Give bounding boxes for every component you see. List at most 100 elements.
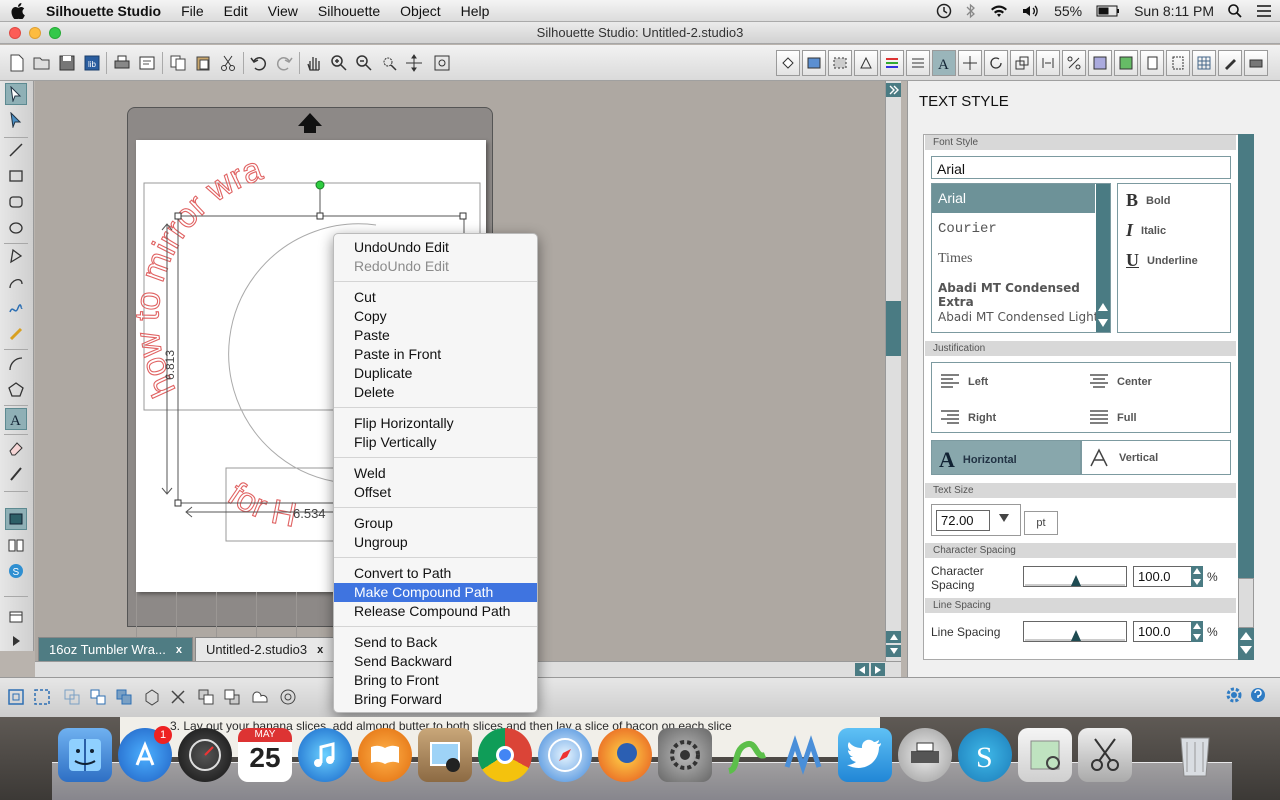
paste-icon[interactable]: [193, 53, 213, 73]
text-size-input[interactable]: 72.00: [936, 510, 990, 531]
trace-icon[interactable]: [1088, 50, 1112, 76]
font-list[interactable]: Arial Courier Times Abadi MT Condensed E…: [931, 183, 1111, 333]
panel-scroll-thumb[interactable]: [1238, 578, 1254, 628]
fill-pattern-icon[interactable]: [828, 50, 852, 76]
line-style-icon[interactable]: [880, 50, 904, 76]
canvas-scroll-thumb[interactable]: [886, 301, 901, 356]
bold-button[interactable]: B Bold: [1126, 190, 1170, 211]
menu-item-bring-to-front[interactable]: Bring to Front: [334, 671, 537, 690]
menu-item-paste-in-front[interactable]: Paste in Front: [334, 345, 537, 364]
menu-edit[interactable]: Edit: [214, 0, 258, 22]
save-icon[interactable]: [57, 53, 77, 73]
utility-scissors-dock-icon[interactable]: [1078, 728, 1132, 782]
menu-silhouette[interactable]: Silhouette: [308, 0, 390, 22]
italic-button[interactable]: I Italic: [1126, 220, 1166, 241]
menu-object[interactable]: Object: [390, 0, 450, 22]
group-icon[interactable]: [62, 687, 82, 707]
font-list-scrollbar[interactable]: [1096, 184, 1110, 332]
menu-app-name[interactable]: Silhouette Studio: [36, 0, 171, 22]
firefox-dock-icon[interactable]: [598, 728, 652, 782]
justify-right-button[interactable]: Right: [940, 409, 996, 427]
printer-dock-icon[interactable]: [898, 728, 952, 782]
justify-full-button[interactable]: Full: [1089, 409, 1137, 427]
scroll-left-icon[interactable]: [855, 663, 869, 676]
delete-icon[interactable]: [168, 687, 188, 707]
send-backward-icon[interactable]: [222, 687, 242, 707]
expand-arrow-icon[interactable]: [5, 630, 27, 652]
zoom-in-icon[interactable]: [329, 53, 349, 73]
zoom-out-icon[interactable]: [354, 53, 374, 73]
menu-item-send-backward[interactable]: Send Backward: [334, 652, 537, 671]
menu-item-ungroup[interactable]: Ungroup: [334, 533, 537, 552]
compound-path-icon[interactable]: [114, 687, 134, 707]
smooth-freehand-tool-icon[interactable]: [5, 323, 27, 345]
line-width-icon[interactable]: [906, 50, 930, 76]
character-spacing-stepper[interactable]: [1191, 566, 1203, 587]
font-item-abadi-light[interactable]: Abadi MT Condensed Light: [938, 310, 1098, 324]
font-name-input[interactable]: Arial: [931, 156, 1231, 179]
menu-item-flip-horizontally[interactable]: Flip Horizontally: [334, 414, 537, 433]
menu-help[interactable]: Help: [451, 0, 500, 22]
wifi-icon[interactable]: [990, 4, 1008, 18]
panel-scroll-down-icon[interactable]: [1240, 646, 1252, 654]
replicate-icon[interactable]: [1062, 50, 1086, 76]
menu-item-make-compound-path[interactable]: Make Compound Path: [334, 583, 537, 602]
calendar-dock-icon[interactable]: MAY 25: [238, 728, 292, 782]
point-edit-tool-icon[interactable]: [5, 109, 27, 131]
zoom-drag-icon[interactable]: [404, 53, 424, 73]
knife-tool-icon[interactable]: [5, 463, 27, 485]
canvas-vertical-scrollbar[interactable]: [885, 81, 901, 661]
cut-settings-icon[interactable]: [1218, 50, 1242, 76]
justify-left-button[interactable]: Left: [940, 373, 988, 391]
design-page-icon[interactable]: [5, 508, 27, 530]
undo-icon[interactable]: [249, 53, 269, 73]
menu-item-delete[interactable]: Delete: [334, 383, 537, 402]
save-to-library-icon[interactable]: lib: [82, 53, 102, 73]
menu-item-duplicate[interactable]: Duplicate: [334, 364, 537, 383]
safari-dock-icon[interactable]: [538, 728, 592, 782]
print-icon[interactable]: [112, 53, 132, 73]
fit-to-page-icon[interactable]: [432, 53, 452, 73]
iphoto-dock-icon[interactable]: [418, 728, 472, 782]
tab-close-icon[interactable]: x: [317, 644, 323, 656]
menu-view[interactable]: View: [258, 0, 308, 22]
font-item-times[interactable]: Times: [938, 251, 973, 267]
bring-forward-icon[interactable]: [196, 687, 216, 707]
twitter-dock-icon[interactable]: [838, 728, 892, 782]
font-list-down-icon[interactable]: [1098, 318, 1108, 328]
text-style-icon[interactable]: A: [932, 50, 956, 76]
silhouette-studio-dock-icon[interactable]: S: [958, 728, 1012, 782]
menu-item-cut[interactable]: Cut: [334, 288, 537, 307]
select-tool-icon[interactable]: [5, 83, 27, 105]
pan-hand-icon[interactable]: [304, 53, 324, 73]
send-to-silhouette-icon[interactable]: [1244, 50, 1268, 76]
fill-gradient-icon[interactable]: [802, 50, 826, 76]
menu-file[interactable]: File: [171, 0, 214, 22]
menu-item-paste[interactable]: Paste: [334, 326, 537, 345]
orientation-vertical-button[interactable]: Vertical: [1081, 440, 1231, 475]
move-icon[interactable]: [1036, 50, 1060, 76]
battery-icon[interactable]: [1096, 5, 1120, 17]
ibooks-dock-icon[interactable]: [358, 728, 412, 782]
font-item-arial[interactable]: Arial: [938, 190, 966, 206]
text-size-dropdown-icon[interactable]: [998, 513, 1010, 523]
itunes-dock-icon[interactable]: [298, 728, 352, 782]
duplicate-icon[interactable]: [142, 687, 162, 707]
system-preferences-dock-icon[interactable]: [658, 728, 712, 782]
scroll-right-icon[interactable]: [871, 663, 885, 676]
font-item-abadi-extra[interactable]: Abadi MT Condensed Extra: [938, 281, 1110, 309]
open-folder-icon[interactable]: [32, 53, 52, 73]
curve-tool-icon[interactable]: [5, 271, 27, 293]
panel-scroll-up-icon[interactable]: [1240, 632, 1252, 640]
line-spacing-slider[interactable]: [1023, 621, 1127, 642]
line-color-icon[interactable]: [854, 50, 878, 76]
chrome-dock-icon[interactable]: [478, 728, 532, 782]
library-icon[interactable]: [5, 534, 27, 556]
rectangle-tool-icon[interactable]: [5, 165, 27, 187]
rotate-icon[interactable]: [984, 50, 1008, 76]
bluetooth-icon[interactable]: [966, 3, 976, 19]
line-spacing-stepper[interactable]: [1191, 621, 1203, 642]
volume-icon[interactable]: [1022, 4, 1040, 18]
font-app-dock-icon[interactable]: [778, 728, 832, 782]
new-document-icon[interactable]: [7, 53, 27, 73]
